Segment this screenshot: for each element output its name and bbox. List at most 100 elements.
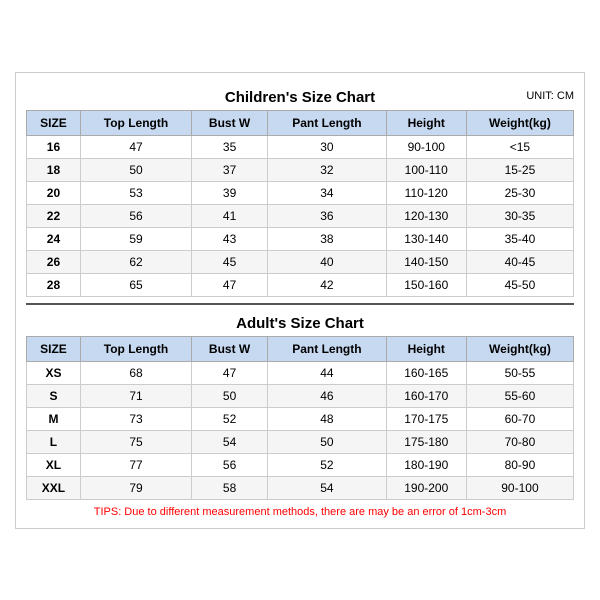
table-cell: 24 (27, 227, 81, 250)
children-col-size: SIZE (27, 110, 81, 135)
table-cell: 58 (192, 476, 268, 499)
adult-col-pant-length: Pant Length (268, 336, 386, 361)
table-cell: 150-160 (386, 273, 466, 296)
children-col-pant-length: Pant Length (268, 110, 386, 135)
table-cell: 79 (80, 476, 191, 499)
table-row: 18503732100-11015-25 (27, 158, 574, 181)
adult-col-top-length: Top Length (80, 336, 191, 361)
table-row: M735248170-17560-70 (27, 407, 574, 430)
table-row: 24594338130-14035-40 (27, 227, 574, 250)
table-cell: 52 (268, 453, 386, 476)
children-col-bust-w: Bust W (192, 110, 268, 135)
table-cell: 71 (80, 384, 191, 407)
table-cell: 30-35 (466, 204, 573, 227)
table-cell: 20 (27, 181, 81, 204)
table-cell: 48 (268, 407, 386, 430)
table-cell: 56 (192, 453, 268, 476)
table-cell: 70-80 (466, 430, 573, 453)
children-col-weight: Weight(kg) (466, 110, 573, 135)
children-size-table: SIZE Top Length Bust W Pant Length Heigh… (26, 110, 574, 297)
table-cell: 60-70 (466, 407, 573, 430)
table-cell: 68 (80, 361, 191, 384)
table-cell: 77 (80, 453, 191, 476)
table-row: 26624540140-15040-45 (27, 250, 574, 273)
table-cell: 110-120 (386, 181, 466, 204)
table-cell: 50-55 (466, 361, 573, 384)
children-section-title: Children's Size Chart UNIT: CM (26, 83, 574, 110)
table-cell: 75 (80, 430, 191, 453)
table-cell: L (27, 430, 81, 453)
table-cell: 44 (268, 361, 386, 384)
table-cell: 16 (27, 135, 81, 158)
table-cell: 170-175 (386, 407, 466, 430)
section-divider (26, 303, 574, 305)
table-cell: 90-100 (466, 476, 573, 499)
table-cell: 25-30 (466, 181, 573, 204)
table-cell: 26 (27, 250, 81, 273)
table-cell: 65 (80, 273, 191, 296)
table-cell: 130-140 (386, 227, 466, 250)
table-cell: 100-110 (386, 158, 466, 181)
table-cell: 54 (268, 476, 386, 499)
table-cell: 50 (80, 158, 191, 181)
size-chart-container: Children's Size Chart UNIT: CM SIZE Top … (15, 72, 585, 529)
table-cell: 39 (192, 181, 268, 204)
table-cell: 175-180 (386, 430, 466, 453)
table-row: 28654742150-16045-50 (27, 273, 574, 296)
table-cell: 46 (268, 384, 386, 407)
table-row: L755450175-18070-80 (27, 430, 574, 453)
table-cell: S (27, 384, 81, 407)
table-cell: 30 (268, 135, 386, 158)
table-row: 22564136120-13030-35 (27, 204, 574, 227)
adult-header-row: SIZE Top Length Bust W Pant Length Heigh… (27, 336, 574, 361)
table-cell: XL (27, 453, 81, 476)
table-row: 20533934110-12025-30 (27, 181, 574, 204)
table-cell: 47 (192, 273, 268, 296)
table-cell: 43 (192, 227, 268, 250)
adult-col-bust-w: Bust W (192, 336, 268, 361)
adult-section-title: Adult's Size Chart (26, 309, 574, 336)
table-cell: 160-165 (386, 361, 466, 384)
table-cell: 53 (80, 181, 191, 204)
table-row: XXL795854190-20090-100 (27, 476, 574, 499)
children-col-top-length: Top Length (80, 110, 191, 135)
table-cell: 54 (192, 430, 268, 453)
table-cell: 37 (192, 158, 268, 181)
table-cell: 38 (268, 227, 386, 250)
table-cell: 42 (268, 273, 386, 296)
table-cell: XS (27, 361, 81, 384)
adult-title-text: Adult's Size Chart (236, 315, 364, 332)
table-cell: 32 (268, 158, 386, 181)
table-cell: 73 (80, 407, 191, 430)
table-row: XS684744160-16550-55 (27, 361, 574, 384)
table-cell: 140-150 (386, 250, 466, 273)
adult-table-body: XS684744160-16550-55S715046160-17055-60M… (27, 361, 574, 499)
table-cell: 120-130 (386, 204, 466, 227)
unit-label: UNIT: CM (526, 90, 574, 102)
table-row: XL775652180-19080-90 (27, 453, 574, 476)
table-row: S715046160-17055-60 (27, 384, 574, 407)
children-col-height: Height (386, 110, 466, 135)
table-cell: 35 (192, 135, 268, 158)
table-cell: 50 (268, 430, 386, 453)
table-cell: 47 (80, 135, 191, 158)
table-cell: 160-170 (386, 384, 466, 407)
table-cell: 56 (80, 204, 191, 227)
table-cell: 15-25 (466, 158, 573, 181)
table-cell: 180-190 (386, 453, 466, 476)
table-cell: 80-90 (466, 453, 573, 476)
table-cell: 47 (192, 361, 268, 384)
table-cell: 52 (192, 407, 268, 430)
table-cell: 36 (268, 204, 386, 227)
adult-col-weight: Weight(kg) (466, 336, 573, 361)
table-cell: 34 (268, 181, 386, 204)
adult-col-size: SIZE (27, 336, 81, 361)
table-cell: 50 (192, 384, 268, 407)
table-cell: 45 (192, 250, 268, 273)
tips-text: TIPS: Due to different measurement metho… (26, 506, 574, 518)
table-cell: 35-40 (466, 227, 573, 250)
table-cell: 59 (80, 227, 191, 250)
table-cell: 62 (80, 250, 191, 273)
table-cell: 40 (268, 250, 386, 273)
table-cell: XXL (27, 476, 81, 499)
